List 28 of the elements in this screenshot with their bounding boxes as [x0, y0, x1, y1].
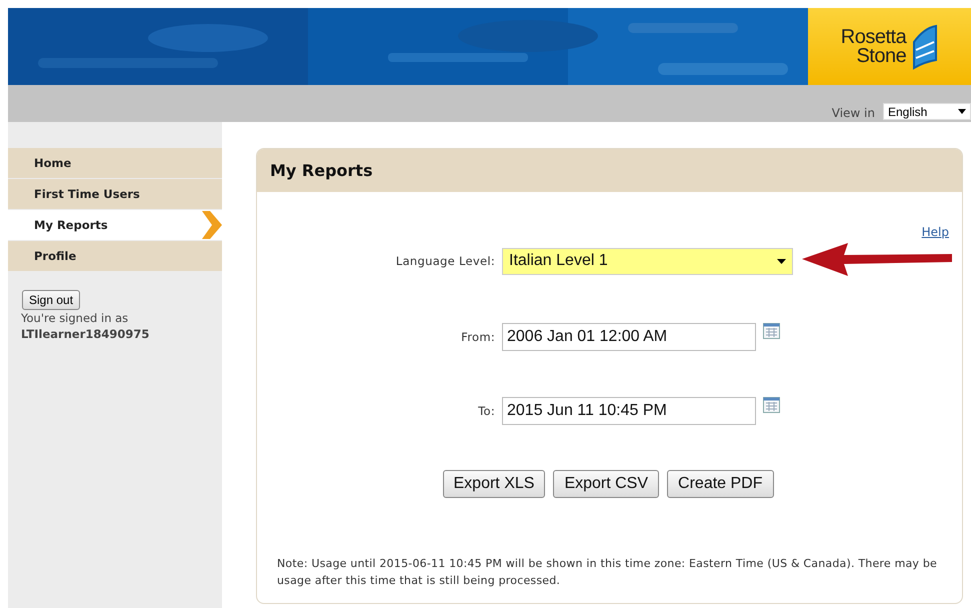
field-label: To:	[477, 404, 495, 418]
nav-item[interactable]: First Time Users	[8, 179, 222, 209]
signed-in-text: You're signed in as	[21, 310, 130, 326]
chevron-icon	[200, 211, 222, 239]
date-field[interactable]: 2015 Jun 11 10:45 PM	[502, 397, 756, 425]
caret-icon	[777, 258, 786, 264]
panel-title: My Reports	[257, 149, 962, 192]
username: LTIlearner18490975	[21, 326, 150, 342]
export-button[interactable]: Create PDF	[667, 470, 774, 498]
language-select[interactable]: English	[883, 103, 971, 120]
field-label: Language Level:	[394, 254, 495, 268]
nav-item[interactable]: Home	[8, 148, 222, 178]
level-select[interactable]: Italian Level 1	[502, 248, 793, 274]
field-label: From:	[460, 330, 495, 344]
help-link[interactable]: Help	[922, 225, 949, 239]
logo-icon	[910, 24, 938, 70]
note-text: Note: Usage until 2015-06-11 10:45 PM will be shown in this time zone: Eastern Time (US & Canada). There may be usage after this time that is still being processed.	[277, 556, 937, 589]
nav-item[interactable]: My Reports	[8, 210, 222, 240]
export-button[interactable]: Export XLS	[442, 470, 546, 498]
export-button[interactable]: Export CSV	[553, 470, 660, 498]
calendar-icon[interactable]	[763, 397, 780, 413]
nav-item[interactable]: Profile	[8, 241, 222, 271]
view-in-label: View in	[832, 106, 875, 120]
sign-out-button[interactable]: Sign out	[22, 290, 80, 310]
date-field[interactable]: 2006 Jan 01 12:00 AM	[502, 323, 756, 351]
caret-icon	[958, 109, 966, 114]
logo-text: Rosetta Stone	[840, 28, 906, 66]
calendar-icon[interactable]	[763, 323, 780, 339]
